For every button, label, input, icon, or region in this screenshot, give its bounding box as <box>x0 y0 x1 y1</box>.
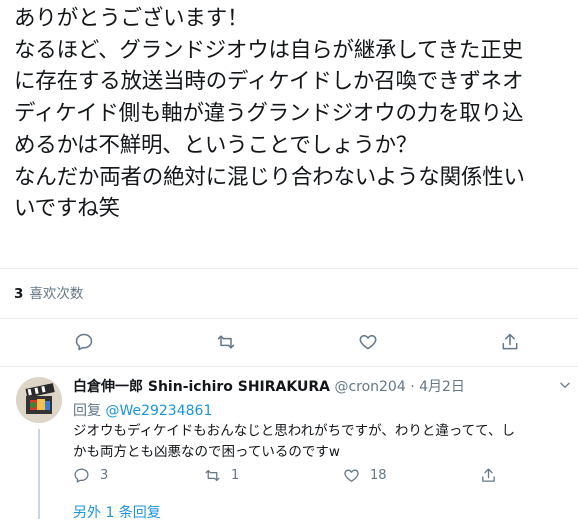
reply-icon <box>74 468 89 483</box>
reply-header: 白倉伸一郎 Shin-ichiro SHIRAKURA @cron204 · 4… <box>73 376 465 396</box>
avatar-image <box>16 377 62 423</box>
like-count: 3 <box>14 286 24 302</box>
display-name[interactable]: 白倉伸一郎 Shin-ichiro SHIRAKURA <box>73 379 330 395</box>
thread-line <box>38 429 40 519</box>
heart-icon <box>359 335 377 350</box>
reply-text: ジオウもディケイドもおんなじと思われがちですが、わりと違ってて、し かも両方とも… <box>73 421 573 463</box>
reply-line: ジオウもディケイドもおんなじと思われがちですが、わりと違ってて、し <box>73 423 515 439</box>
reply-share-button[interactable] <box>480 467 507 484</box>
chevron-down-icon[interactable] <box>558 378 572 392</box>
reply-line: かも両方とも凶悪なので困っているのですw <box>73 444 340 460</box>
like-button[interactable] <box>353 327 383 357</box>
tweet-line: なるほど、グランドジオウは自らが継承してきた正史 <box>14 37 523 63</box>
user-handle[interactable]: @cron204 <box>334 379 405 395</box>
reply-tweet[interactable]: 白倉伸一郎 Shin-ichiro SHIRAKURA @cron204 · 4… <box>0 366 578 525</box>
tweet-line: いですね笑 <box>14 196 120 222</box>
like-label: 喜欢次数 <box>29 286 84 302</box>
reply-icon <box>75 333 93 351</box>
avatar[interactable] <box>16 377 62 423</box>
reply-count: 3 <box>100 468 109 483</box>
separator: · <box>410 379 415 395</box>
likes-summary[interactable]: 3 喜欢次数 <box>14 282 83 302</box>
divider <box>0 318 578 319</box>
reply-retweet-button[interactable]: 1 <box>204 467 239 484</box>
reply-to-label: 回复 <box>73 403 101 419</box>
retweet-count: 1 <box>231 468 240 483</box>
share-icon <box>482 468 495 482</box>
show-more-replies-link[interactable]: 另外 1 条回复 <box>73 502 161 522</box>
tweet-line: ディケイド側も軸が違うグランドジオウの力を取り込 <box>14 101 524 127</box>
tweet-text: ありがとうございます！ なるほど、グランドジオウは自らが継承してきた正史 に存在… <box>14 3 570 225</box>
reply-reply-button[interactable]: 3 <box>73 467 108 484</box>
tweet-line: ありがとうございます！ <box>14 6 249 31</box>
tweet-line: に存在する放送当時のディケイドしか召喚できずネオ <box>14 69 524 95</box>
like-count: 18 <box>370 468 387 483</box>
share-icon <box>502 333 518 350</box>
reply-like-button[interactable]: 18 <box>343 467 387 484</box>
retweet-icon <box>217 335 235 349</box>
reply-to: 回复 @We29234861 <box>73 400 212 420</box>
tweet-line: めるかは不鮮明、ということでしょうか？ <box>14 132 418 158</box>
retweet-icon <box>205 469 220 482</box>
reply-to-handle[interactable]: @We29234861 <box>105 403 212 419</box>
share-button[interactable] <box>495 327 525 357</box>
tweet-line: なんだか両者の絶対に混じり合わないような関係性い <box>14 164 525 190</box>
retweet-button[interactable] <box>211 327 241 357</box>
heart-icon <box>344 469 359 482</box>
reply-button[interactable] <box>69 327 99 357</box>
tweet-date[interactable]: 4月2日 <box>419 379 465 395</box>
divider <box>0 268 578 269</box>
